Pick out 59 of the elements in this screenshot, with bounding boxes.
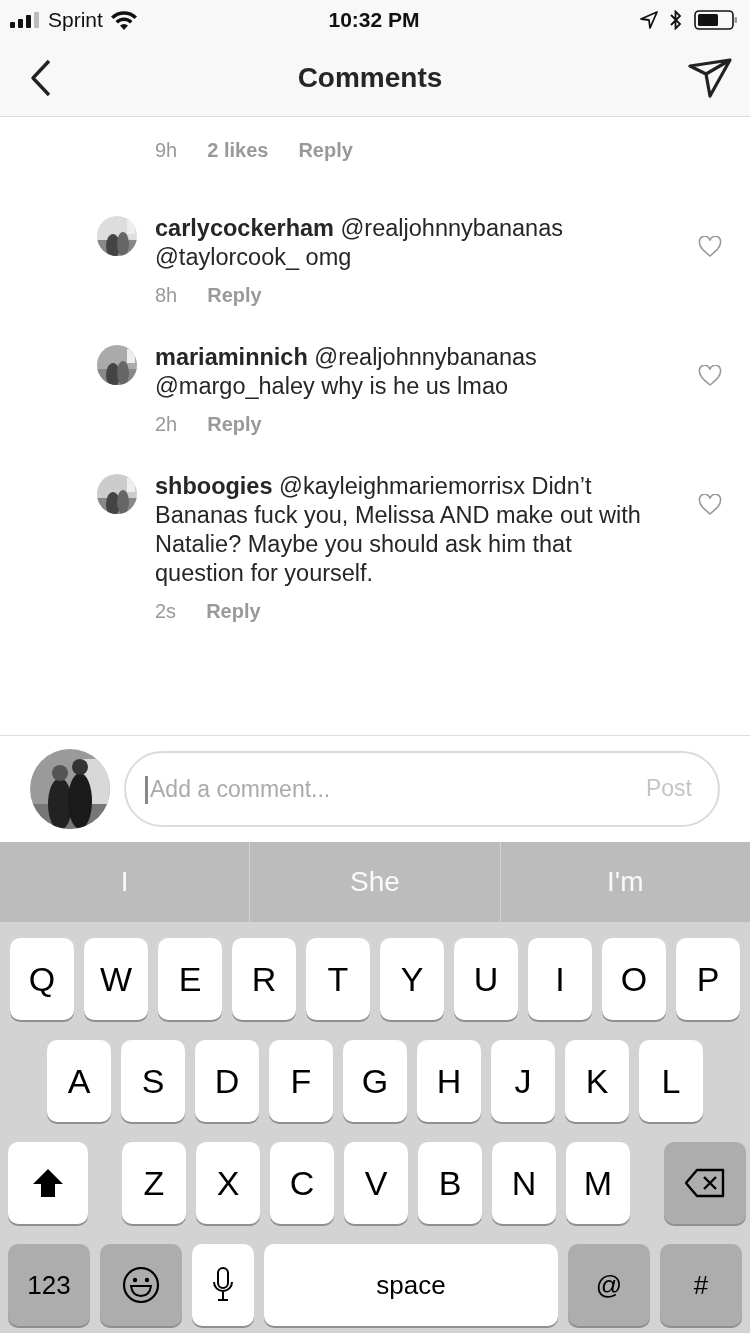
- letter-key[interactable]: C: [270, 1142, 334, 1224]
- emoji-key[interactable]: [100, 1244, 182, 1326]
- shift-key[interactable]: [8, 1142, 88, 1224]
- delete-key[interactable]: [664, 1142, 746, 1224]
- send-button[interactable]: [688, 58, 732, 98]
- letter-key[interactable]: G: [343, 1040, 407, 1122]
- bluetooth-icon: [670, 10, 682, 30]
- letter-key[interactable]: B: [418, 1142, 482, 1224]
- letter-key[interactable]: S: [121, 1040, 185, 1122]
- letter-key[interactable]: U: [454, 938, 518, 1020]
- letter-key[interactable]: I: [528, 938, 592, 1020]
- letter-key[interactable]: M: [566, 1142, 630, 1224]
- mode-key[interactable]: 123: [8, 1244, 90, 1326]
- letter-key[interactable]: O: [602, 938, 666, 1020]
- letter-key[interactable]: T: [306, 938, 370, 1020]
- comment-time: 9h: [155, 139, 178, 162]
- letter-key[interactable]: A: [47, 1040, 111, 1122]
- symbol-key[interactable]: @: [568, 1244, 650, 1326]
- back-button[interactable]: [30, 59, 52, 97]
- wifi-icon: [110, 10, 137, 30]
- letter-key[interactable]: H: [417, 1040, 481, 1122]
- microphone-icon: [212, 1266, 234, 1304]
- letter-key[interactable]: Y: [380, 938, 444, 1020]
- heart-icon: [698, 365, 722, 387]
- letter-key[interactable]: K: [565, 1040, 629, 1122]
- letter-key[interactable]: V: [344, 1142, 408, 1224]
- letter-key[interactable]: D: [195, 1040, 259, 1122]
- letter-key[interactable]: L: [639, 1040, 703, 1122]
- signal-icon: [10, 12, 40, 28]
- letter-key[interactable]: R: [232, 938, 296, 1020]
- letter-key[interactable]: F: [269, 1040, 333, 1122]
- letter-key[interactable]: E: [158, 938, 222, 1020]
- letter-key[interactable]: J: [491, 1040, 555, 1122]
- letter-key[interactable]: W: [84, 938, 148, 1020]
- letter-key[interactable]: Q: [10, 938, 74, 1020]
- shift-arrow-icon: [31, 1167, 65, 1199]
- mic-key[interactable]: [192, 1244, 254, 1326]
- heart-icon: [698, 236, 722, 258]
- carrier-name: Sprint: [48, 8, 103, 32]
- backspace-icon: [684, 1168, 726, 1198]
- comment-text: shboogies @kayleighmariemorrisx Didn’t Bananas fuck you, Melissa AND make out with Natalie? Maybe you should ask him that question for yourself.: [155, 472, 642, 588]
- smiley-icon: [122, 1266, 160, 1304]
- space-key[interactable]: space: [264, 1244, 558, 1326]
- letter-key[interactable]: N: [492, 1142, 556, 1224]
- clock-time: 10:32 PM: [328, 8, 420, 32]
- page-title: Comments: [297, 62, 443, 94]
- symbol-key[interactable]: #: [660, 1244, 742, 1326]
- comment-text: mariaminnich @realjohnnybananas @margo_haley why is he us lmao: [155, 343, 538, 401]
- letter-key[interactable]: Z: [122, 1142, 186, 1224]
- comment-time: 2s: [155, 600, 177, 623]
- comment-time: 2h: [155, 413, 178, 436]
- letter-key[interactable]: X: [196, 1142, 260, 1224]
- comment-text: carlycockerham @realjohnnybananas @taylorcook_ omg: [155, 214, 564, 272]
- text-cursor: [145, 776, 148, 804]
- heart-icon: [698, 494, 722, 516]
- comment-time: 8h: [155, 284, 178, 307]
- location-arrow-icon: [640, 11, 658, 29]
- battery-icon: [694, 10, 738, 30]
- letter-key[interactable]: P: [676, 938, 740, 1020]
